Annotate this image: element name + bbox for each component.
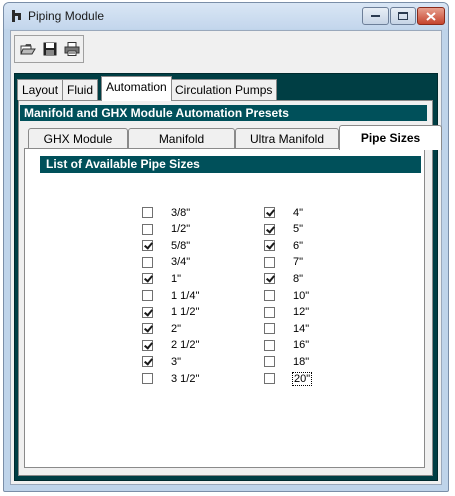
- pipe-size-checkbox[interactable]: [264, 339, 275, 351]
- pipe-size-checkbox-row[interactable]: 10": [264, 288, 309, 303]
- pipe-size-checkbox[interactable]: [264, 240, 275, 252]
- subtab-ghx-module[interactable]: GHX Module: [28, 128, 128, 149]
- pipe-size-checkbox-row[interactable]: 6": [264, 238, 303, 253]
- save-button[interactable]: [40, 39, 60, 59]
- piping-module-window: Piping Module Layout Fluid Automation Ci…: [3, 2, 449, 492]
- pipe-size-label: 1": [171, 272, 182, 285]
- subtab-manifold[interactable]: Manifold: [128, 128, 235, 149]
- section-header: Manifold and GHX Module Automation Prese…: [20, 105, 427, 121]
- pipe-size-checkbox[interactable]: [142, 240, 153, 252]
- pipe-size-label: 14": [293, 322, 310, 335]
- pipe-size-checkbox[interactable]: [264, 273, 275, 285]
- subtab-ultra-manifold[interactable]: Ultra Manifold: [235, 128, 339, 149]
- pipe-size-checkbox[interactable]: [142, 273, 153, 285]
- pipe-size-checkbox[interactable]: [264, 223, 275, 235]
- pipe-size-label: 10": [293, 289, 310, 302]
- pipe-size-checkbox-row[interactable]: 20": [264, 371, 313, 386]
- pipe-size-checkbox-row[interactable]: 3 1/2": [142, 371, 199, 386]
- pipe-size-checkbox-row[interactable]: 8": [264, 271, 303, 286]
- pipe-size-checkbox-row[interactable]: 4": [264, 205, 303, 220]
- pipe-size-checkbox-row[interactable]: 2 1/2": [142, 338, 199, 353]
- pipe-size-label: 4": [293, 206, 304, 219]
- pipe-size-label: 1 1/4": [171, 289, 200, 302]
- pipe-size-checkbox-row[interactable]: 3": [142, 354, 181, 369]
- pipe-size-label: 5": [293, 223, 304, 236]
- pipe-size-label: 3 1/2": [171, 372, 200, 385]
- pipe-size-checkbox-row[interactable]: 2": [142, 321, 181, 336]
- pipe-size-label: 12": [293, 306, 310, 319]
- pipe-sizes-panel: [24, 148, 425, 468]
- pipe-size-checkbox[interactable]: [142, 323, 153, 335]
- print-button[interactable]: [62, 39, 82, 59]
- pipe-size-checkbox[interactable]: [264, 207, 275, 218]
- pipe-size-label: 20": [291, 371, 313, 386]
- pipe-size-checkbox-row[interactable]: 3/8": [142, 205, 190, 220]
- tab-circulation-pumps[interactable]: Circulation Pumps: [170, 79, 278, 100]
- pipe-size-checkbox[interactable]: [142, 223, 153, 235]
- close-button[interactable]: [417, 7, 445, 25]
- pipe-size-checkbox-row[interactable]: 14": [264, 321, 309, 336]
- pipe-size-label: 3/4": [171, 256, 191, 269]
- pipe-size-checkbox[interactable]: [142, 306, 153, 318]
- client-area: Layout Fluid Automation Circulation Pump…: [10, 30, 442, 485]
- close-icon: [426, 11, 436, 21]
- pipe-size-checkbox[interactable]: [264, 323, 275, 335]
- maximize-icon: [398, 12, 408, 20]
- pipe-size-label: 2 1/2": [171, 339, 200, 352]
- pipe-size-label: 18": [293, 355, 310, 368]
- window-title: Piping Module: [28, 9, 105, 23]
- pipe-size-label: 16": [293, 339, 310, 352]
- pipe-size-label: 2": [171, 322, 182, 335]
- pipe-size-checkbox-row[interactable]: 1": [142, 271, 181, 286]
- pipe-size-checkbox[interactable]: [264, 290, 275, 301]
- pipe-size-checkbox-row[interactable]: 1/2": [142, 222, 190, 237]
- title-bar[interactable]: Piping Module: [4, 3, 448, 29]
- save-disk-icon: [43, 42, 57, 56]
- maximize-button[interactable]: [390, 7, 416, 25]
- pipe-size-checkbox[interactable]: [264, 356, 275, 368]
- tab-layout[interactable]: Layout: [17, 79, 64, 100]
- subtab-pipe-sizes[interactable]: Pipe Sizes: [339, 125, 442, 150]
- open-button[interactable]: [18, 39, 38, 59]
- pipe-size-checkbox-row[interactable]: 7": [264, 255, 303, 270]
- pipe-size-checkbox-row[interactable]: 3/4": [142, 255, 190, 270]
- pipe-sizes-header: List of Available Pipe Sizes: [40, 156, 421, 173]
- pipe-size-checkbox-row[interactable]: 1 1/4": [142, 288, 199, 303]
- toolbar: [14, 35, 84, 63]
- pipe-size-label: 1/2": [171, 223, 191, 236]
- pipe-size-checkbox-row[interactable]: 12": [264, 305, 309, 320]
- pipe-size-checkbox[interactable]: [264, 373, 275, 384]
- app-icon: [12, 10, 21, 22]
- pipe-size-checkbox-row[interactable]: 5/8": [142, 238, 190, 253]
- print-icon: [64, 42, 80, 56]
- pipe-size-checkbox-row[interactable]: 5": [264, 222, 303, 237]
- pipe-size-label: 1 1/2": [171, 306, 200, 319]
- pipe-size-checkbox[interactable]: [264, 256, 275, 268]
- pipe-size-checkbox[interactable]: [142, 256, 153, 268]
- pipe-size-label: 8": [293, 272, 304, 285]
- pipe-size-checkbox-row[interactable]: 18": [264, 354, 309, 369]
- pipe-size-label: 3/8": [171, 206, 191, 219]
- minimize-icon: [371, 15, 380, 17]
- pipe-size-checkbox[interactable]: [142, 290, 153, 301]
- pipe-size-checkbox-row[interactable]: 1 1/2": [142, 305, 199, 320]
- pipe-size-checkbox[interactable]: [142, 207, 153, 218]
- pipe-size-checkbox[interactable]: [142, 339, 153, 351]
- pipe-size-label: 5/8": [171, 239, 191, 252]
- pipe-size-checkbox[interactable]: [264, 306, 275, 318]
- pipe-size-label: 7": [293, 256, 304, 269]
- pipe-size-label: 3": [171, 355, 182, 368]
- pipe-size-checkbox[interactable]: [142, 373, 153, 384]
- pipe-size-checkbox[interactable]: [142, 356, 153, 368]
- pipe-size-label: 6": [293, 239, 304, 252]
- tab-fluid[interactable]: Fluid: [62, 79, 99, 100]
- open-folder-icon: [20, 44, 36, 55]
- minimize-button[interactable]: [362, 7, 389, 25]
- pipe-size-checkbox-row[interactable]: 16": [264, 338, 309, 353]
- tab-automation[interactable]: Automation: [101, 76, 172, 101]
